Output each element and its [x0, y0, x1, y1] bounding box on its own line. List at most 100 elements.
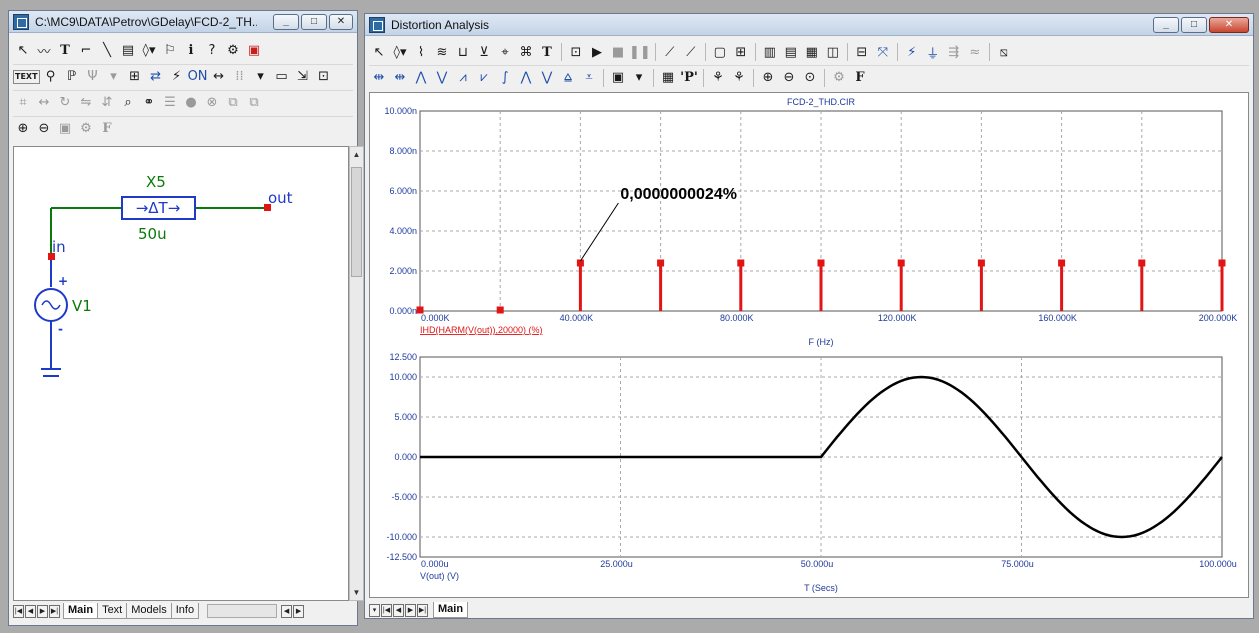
tab-text[interactable]: Text — [97, 603, 128, 619]
ortho-wire-icon[interactable]: ⌐ — [76, 40, 96, 60]
node-icon[interactable]: ⚲ — [41, 67, 61, 87]
slope-icon[interactable]: ⟋ — [660, 42, 680, 62]
next-page-icon[interactable]: ▶ — [37, 604, 48, 618]
list-icon[interactable]: ☰ — [160, 93, 180, 113]
scroll-left-icon[interactable]: ◀ — [281, 604, 293, 618]
flag-dropdown-icon[interactable]: ◊▾ — [139, 40, 159, 60]
dropdown2-icon[interactable]: ▾ — [251, 67, 271, 87]
properties-icon[interactable]: ⊡ — [566, 42, 586, 62]
stop-icon[interactable]: ● — [181, 93, 201, 113]
grid-icon[interactable]: ⊞ — [731, 42, 751, 62]
grid-icon[interactable]: ▣ — [244, 40, 264, 60]
flip-v-icon[interactable]: ⇵ — [97, 93, 117, 113]
columns-icon[interactable]: ◫ — [823, 42, 843, 62]
last-page-icon[interactable]: ▶| — [417, 603, 428, 617]
minimize-button[interactable]: _ — [273, 14, 299, 30]
cursor-left-icon[interactable]: ⇹ — [369, 68, 389, 88]
schematic-canvas[interactable]: →ΔT→ X5 50u out in + - V1 — [13, 146, 349, 601]
box-icon[interactable]: ⊞ — [125, 67, 145, 87]
net-icon[interactable]: ℙ — [62, 67, 82, 87]
box-grid-icon[interactable]: ▦ — [802, 42, 822, 62]
wire-icon[interactable]: 〰 — [34, 40, 54, 60]
gear-icon[interactable]: ⚙ — [829, 68, 849, 88]
rotate-icon[interactable]: ↻ — [55, 93, 75, 113]
cursor-icon[interactable]: ⤧ — [873, 42, 893, 62]
select-icon[interactable]: ⇲ — [293, 67, 313, 87]
zoom-out-icon[interactable]: ⊖ — [779, 68, 799, 88]
zoom-fit-icon[interactable]: ⊙ — [800, 68, 820, 88]
step-icon[interactable]: ↔ — [34, 93, 54, 113]
line2-icon[interactable]: ↔ — [209, 67, 229, 87]
global-low-icon[interactable]: ⋁ — [537, 68, 557, 88]
horz-tag-icon[interactable]: ⌘ — [516, 42, 536, 62]
dropdown-icon[interactable]: ▾ — [629, 68, 649, 88]
minor-grid-icon[interactable]: ▤ — [781, 42, 801, 62]
grid2-icon[interactable]: ⌗ — [13, 93, 33, 113]
window-icon[interactable]: ▭ — [272, 67, 292, 87]
scroll-up-icon[interactable]: ▲ — [350, 147, 363, 162]
font-icon[interactable]: F — [850, 68, 870, 88]
prev-page-icon[interactable]: ◀ — [25, 604, 36, 618]
maximize-button[interactable]: □ — [301, 14, 327, 30]
low-icon[interactable]: ⩗ — [474, 68, 494, 88]
run-icon[interactable]: ▶ — [587, 42, 607, 62]
high-icon[interactable]: ⩘ — [453, 68, 473, 88]
close-button[interactable]: ✕ — [1209, 17, 1249, 33]
help-icon[interactable]: ? — [202, 40, 222, 60]
probe2-icon[interactable]: ⚘ — [729, 68, 749, 88]
add-curve-icon[interactable]: ⌇ — [411, 42, 431, 62]
pointer-icon[interactable]: ↖ — [13, 40, 33, 60]
stop-icon[interactable]: ■ — [608, 42, 628, 62]
text-icon[interactable]: T — [55, 40, 75, 60]
close2-icon[interactable]: ⊗ — [202, 93, 222, 113]
tab-main[interactable]: Main — [63, 603, 99, 619]
horizontal-scrollbar[interactable] — [207, 604, 278, 618]
maximize-button[interactable]: □ — [1181, 17, 1207, 33]
p-key-icon[interactable]: 'P' — [679, 68, 699, 88]
camera-icon[interactable]: ▣ — [608, 68, 628, 88]
next-page-icon[interactable]: ▶ — [405, 603, 416, 617]
global-high-icon[interactable]: ⋀ — [516, 68, 536, 88]
pointer-icon[interactable]: ↖ — [369, 42, 389, 62]
point-tag-icon[interactable]: ⌖ — [495, 42, 515, 62]
top-icon[interactable]: ⩠ — [558, 68, 578, 88]
peak-icon[interactable]: ⚡ — [902, 42, 922, 62]
wave-icon[interactable]: ≋ — [432, 42, 452, 62]
numeric-output-icon[interactable]: ▦ — [658, 68, 678, 88]
flip-h-icon[interactable]: ⇋ — [76, 93, 96, 113]
zoom-out-icon[interactable]: ⊖ — [34, 119, 54, 139]
probe-icon[interactable]: ⚘ — [708, 68, 728, 88]
text-label-icon[interactable]: TEXT — [13, 69, 40, 84]
plot-area[interactable]: FCD-2_THD.CIR 0.000K 40.000K 80.000K 120.000… — [369, 92, 1249, 598]
frame-icon[interactable]: ▢ — [710, 42, 730, 62]
first-page-icon[interactable]: |◀ — [381, 603, 392, 617]
scroll-thumb[interactable] — [351, 167, 362, 277]
gear-icon[interactable]: ⚙ — [223, 40, 243, 60]
pause-icon[interactable]: ❚❚ — [629, 42, 651, 62]
zoom-in-icon[interactable]: ⊕ — [13, 119, 33, 139]
cursor-right-icon[interactable]: ⇹ — [390, 68, 410, 88]
swap-icon[interactable]: ⇄ — [146, 67, 166, 87]
last-page-icon[interactable]: ▶| — [49, 604, 60, 618]
dropdown-icon[interactable]: ▾ — [104, 67, 124, 87]
tab-menu-icon[interactable]: ▾ — [369, 603, 380, 617]
component-icon[interactable]: ▤ — [118, 40, 138, 60]
baseline-icon[interactable]: ⊟ — [852, 42, 872, 62]
dense-grid-icon[interactable]: ▥ — [760, 42, 780, 62]
valley-icon[interactable]: ⋁ — [432, 68, 452, 88]
minimize-button[interactable]: _ — [1153, 17, 1179, 33]
dots-icon[interactable]: ⁞⁞ — [230, 67, 250, 87]
copy-icon[interactable]: ⧉ — [223, 93, 243, 113]
zoom-in-icon[interactable]: ⊕ — [758, 68, 778, 88]
schematic-titlebar[interactable]: C:\MC9\DATA\Petrov\GDelay\FCD-2_TH... _ … — [9, 11, 357, 33]
text-icon[interactable]: T — [537, 42, 557, 62]
flag-icon[interactable]: ⚐ — [160, 40, 180, 60]
font-icon[interactable]: F — [97, 119, 117, 139]
binoculars-icon[interactable]: ⚭ — [139, 93, 159, 113]
wave-cursor-icon[interactable]: ≈ — [965, 42, 985, 62]
peak-left-icon[interactable]: ⋀ — [411, 68, 431, 88]
bracket-icon[interactable]: ⊔ — [453, 42, 473, 62]
slope-cursor-icon[interactable]: ⇶ — [944, 42, 964, 62]
pin-icon[interactable]: Ψ — [83, 67, 103, 87]
inflection-icon[interactable]: ∫ — [495, 68, 515, 88]
